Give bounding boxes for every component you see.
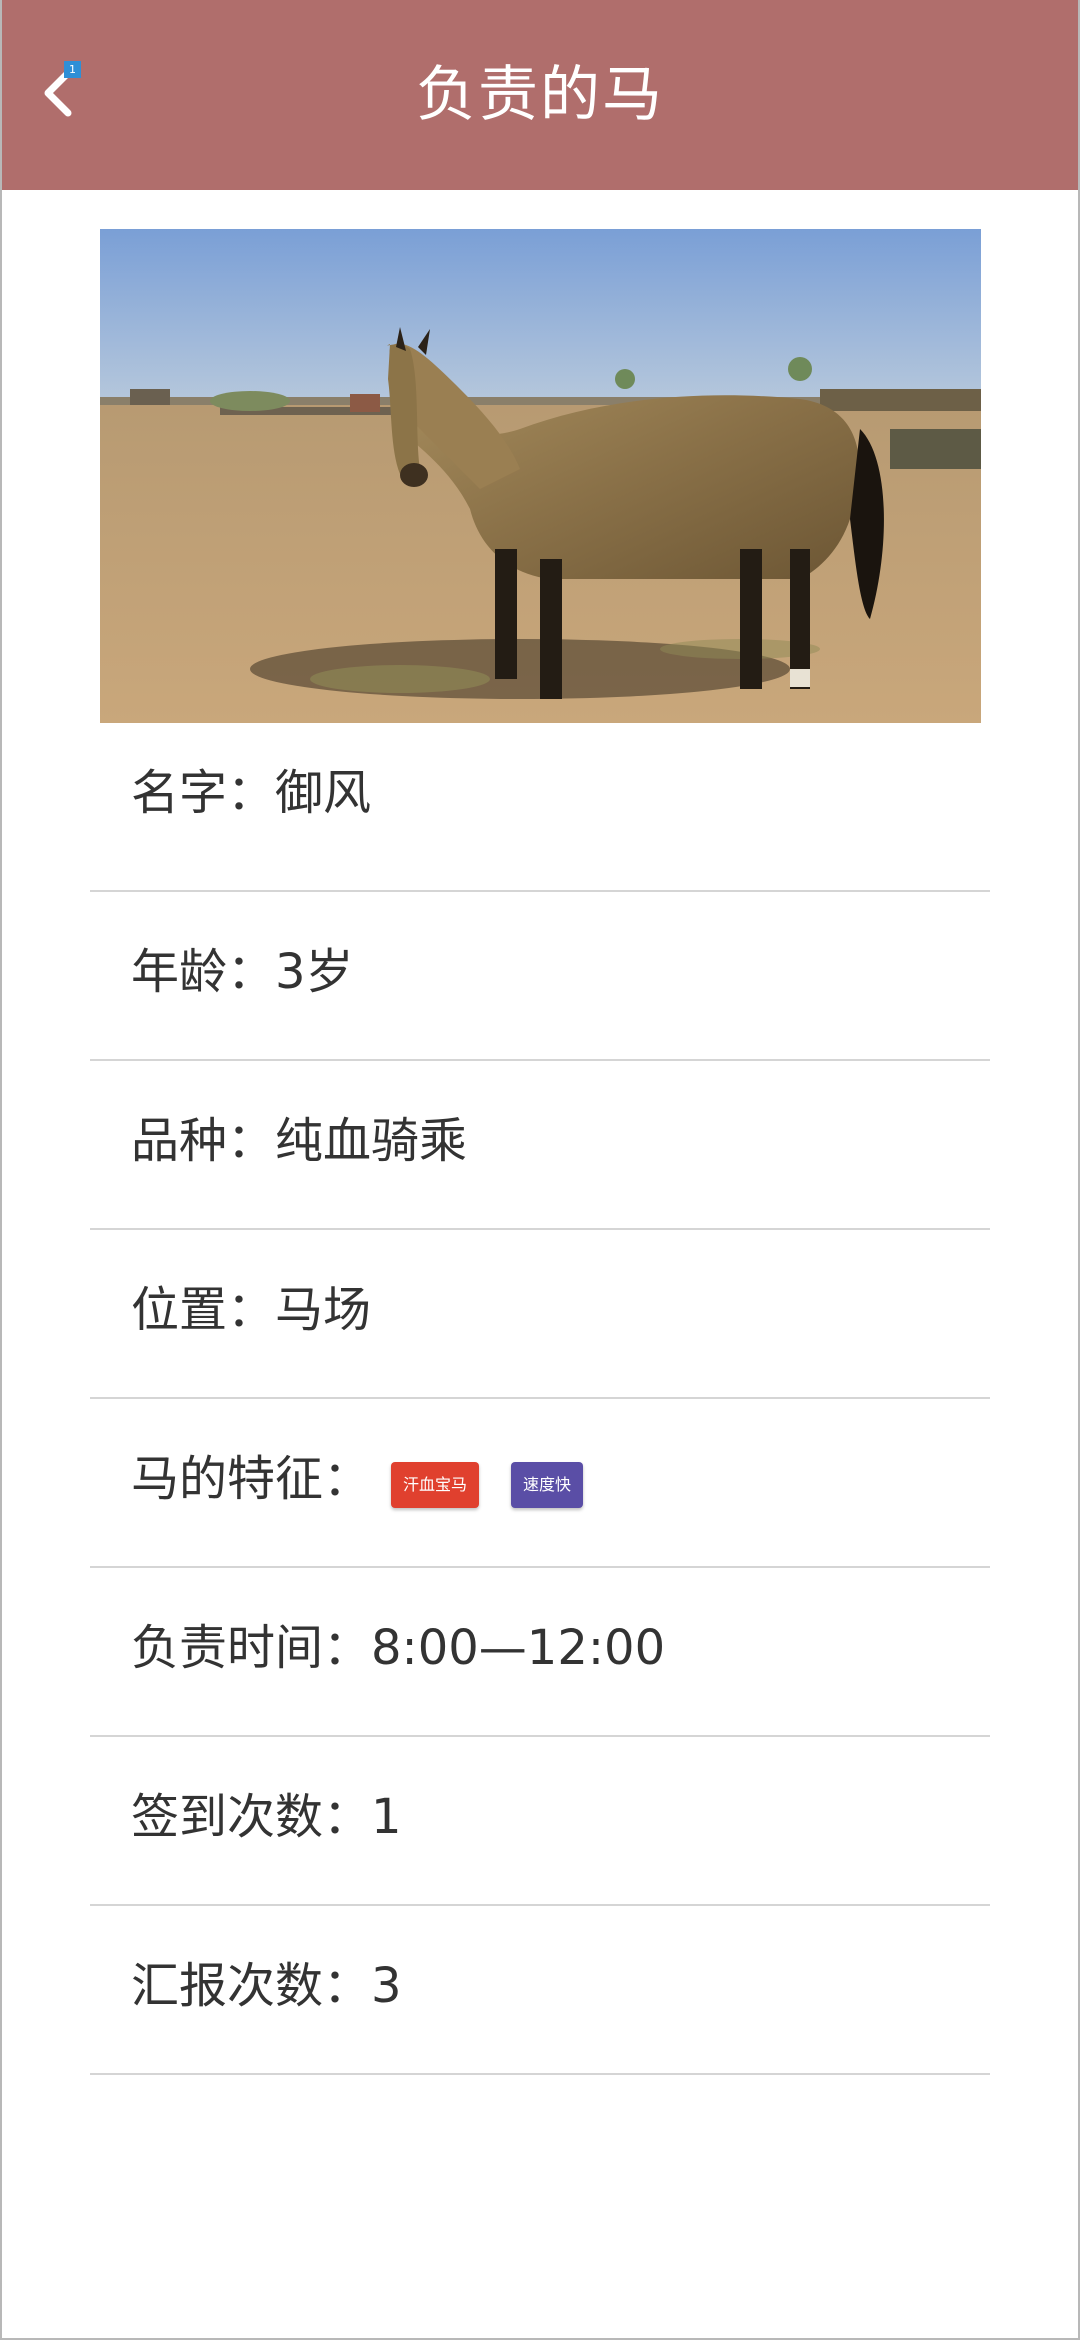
- breed-text: 品种：纯血骑乘: [131, 1113, 468, 1169]
- location-text: 位置：马场: [131, 1282, 372, 1338]
- feature-tag[interactable]: 速度快: [511, 1462, 584, 1508]
- horse-photo: [100, 229, 981, 723]
- page-title: 负责的马: [416, 60, 664, 130]
- info-row-duty-time: 负责时间：8:00—12:00: [90, 1568, 990, 1737]
- info-row-report-count: 汇报次数：3: [90, 1906, 990, 2075]
- info-row-age: 年龄：3岁: [90, 892, 990, 1061]
- feature-tag[interactable]: 汗血宝马: [391, 1462, 480, 1508]
- name-text: 名字：御风: [131, 765, 372, 821]
- duty-time-text: 负责时间：8:00—12:00: [131, 1620, 666, 1676]
- feature-tags: 汗血宝马 速度快: [391, 1402, 615, 1562]
- age-text: 年龄：3岁: [131, 944, 354, 1000]
- info-row-name: 名字：御风: [90, 723, 990, 892]
- info-row-breed: 品种：纯血骑乘: [90, 1061, 990, 1230]
- horse-info-list: 名字：御风 年龄：3岁 品种：纯血骑乘 位置：马场 马的特征： 汗血宝马 速度快 负…: [90, 723, 990, 2075]
- info-row-features: 马的特征： 汗血宝马 速度快: [90, 1399, 990, 1568]
- report-count-text: 汇报次数：3: [131, 1958, 402, 2014]
- info-row-checkin-count: 签到次数：1: [90, 1737, 990, 1906]
- checkin-count-text: 签到次数：1: [131, 1789, 402, 1845]
- features-label: 马的特征：: [131, 1451, 372, 1507]
- app-header: 1 负责的马: [0, 0, 1080, 190]
- info-row-location: 位置：马场: [90, 1230, 990, 1399]
- features-row-content: 马的特征： 汗血宝马 速度快: [131, 1399, 615, 1559]
